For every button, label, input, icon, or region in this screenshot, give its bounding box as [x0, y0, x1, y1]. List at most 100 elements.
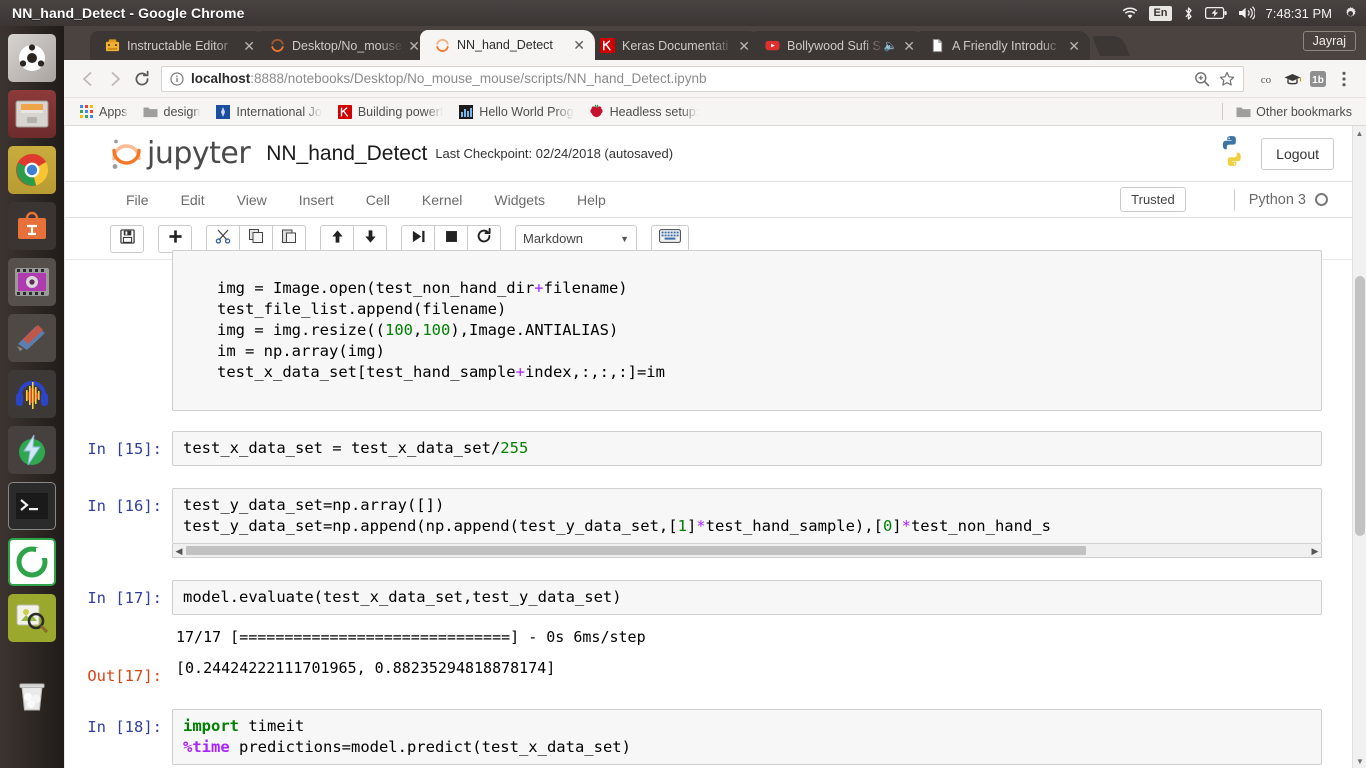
logout-button[interactable]: Logout: [1261, 137, 1334, 170]
audio-playing-icon[interactable]: 🔈: [884, 39, 898, 52]
star-icon[interactable]: [1219, 71, 1235, 87]
ubuntu-software-icon[interactable]: [8, 202, 56, 250]
command-palette-button[interactable]: [651, 224, 689, 253]
gimp-icon[interactable]: [8, 314, 56, 362]
volume-icon[interactable]: [1238, 0, 1255, 26]
cell-type-select[interactable]: Markdown ▼: [515, 224, 637, 253]
cell-horizontal-scrollbar[interactable]: ◀ ▶: [172, 544, 1322, 558]
chrome-menu-icon[interactable]: [1332, 67, 1356, 91]
onetab-extension-icon[interactable]: 1b: [1306, 67, 1330, 91]
notebook-name[interactable]: NN_hand_Detect: [266, 142, 427, 166]
run-cell-button[interactable]: [401, 224, 435, 253]
browser-tab[interactable]: Keras Documentati ✕: [585, 31, 760, 60]
etcher-icon[interactable]: [8, 426, 56, 474]
scrollbar-thumb[interactable]: [1355, 276, 1365, 536]
bluetooth-icon[interactable]: [1183, 0, 1194, 26]
code-input[interactable]: test_y_data_set=np.array([]) test_y_data…: [172, 488, 1322, 544]
video-editor-icon[interactable]: [8, 258, 56, 306]
cut-cell-button[interactable]: [206, 224, 240, 253]
back-arrow-icon[interactable]: [74, 65, 101, 92]
terminal-icon[interactable]: [8, 482, 56, 530]
insert-cell-below-button[interactable]: [158, 224, 192, 253]
menu-cell[interactable]: Cell: [350, 192, 406, 208]
code-number: 255: [500, 439, 529, 457]
address-bar[interactable]: localhost:8888/notebooks/Desktop/No_mous…: [161, 65, 1244, 92]
bookmark-headless-setup[interactable]: Headless setup:: [589, 104, 700, 120]
system-settings-search-icon[interactable]: [8, 594, 56, 642]
scroll-left-arrow-icon[interactable]: ◀: [173, 545, 185, 557]
menu-widgets[interactable]: Widgets: [478, 192, 561, 208]
menu-file[interactable]: File: [110, 192, 165, 208]
clock[interactable]: 7:48:31 PM: [1266, 6, 1333, 21]
graduation-cap-extension-icon[interactable]: [1280, 67, 1304, 91]
notebook-cell[interactable]: In [17]: model.evaluate(test_x_data_set,…: [64, 558, 1352, 615]
scroll-down-arrow-icon[interactable]: ▼: [1353, 754, 1366, 768]
wifi-icon[interactable]: [1122, 0, 1138, 26]
notebook-cell[interactable]: In [18]: import timeit %time predictions…: [64, 685, 1352, 765]
jupyter-logo-icon[interactable]: jupyter: [110, 136, 251, 172]
code-input[interactable]: img = Image.open(test_non_hand_dir+filen…: [172, 250, 1322, 411]
code-line: test_x_data_set = test_x_data_set/: [183, 439, 501, 457]
menu-edit[interactable]: Edit: [165, 192, 221, 208]
browser-tab[interactable]: Bollywood Sufi S 🔈 ✕: [750, 31, 925, 60]
paste-cell-button[interactable]: [272, 224, 306, 253]
code-input[interactable]: import timeit %time predictions=model.pr…: [172, 709, 1322, 765]
code-input[interactable]: model.evaluate(test_x_data_set,test_y_da…: [172, 580, 1322, 615]
scrollbar-thumb[interactable]: [186, 546, 1086, 555]
menu-view[interactable]: View: [221, 192, 283, 208]
bookmark-building-powerful[interactable]: Building powerf: [337, 104, 443, 120]
arduino-icon[interactable]: [8, 538, 56, 586]
kernel-name: Python 3: [1248, 191, 1306, 208]
move-cell-up-button[interactable]: [320, 224, 354, 253]
code-line: ,: [412, 321, 423, 339]
forward-arrow-icon[interactable]: [101, 65, 128, 92]
bookmark-hello-world[interactable]: Hello World Prog: [458, 104, 574, 120]
audacity-icon[interactable]: [8, 370, 56, 418]
restart-kernel-button[interactable]: [467, 224, 501, 253]
ubuntu-dash-icon[interactable]: [8, 34, 56, 82]
menu-insert[interactable]: Insert: [283, 192, 350, 208]
output-text: [0.24424222111701965, 0.8823529481887817…: [176, 659, 556, 677]
browser-tab[interactable]: Instructable Editor ✕: [90, 31, 265, 60]
language-indicator[interactable]: En: [1149, 5, 1172, 21]
notebook-cell[interactable]: In [16]: test_y_data_set=np.array([]) te…: [64, 466, 1352, 558]
coursera-extension-icon[interactable]: co: [1254, 67, 1278, 91]
browser-tab[interactable]: A Friendly Introduc ✕: [915, 31, 1090, 60]
code-line: ]: [892, 517, 902, 535]
move-cell-down-button[interactable]: [353, 224, 387, 253]
bookmark-apps[interactable]: Apps: [78, 104, 128, 120]
gear-icon[interactable]: [1343, 0, 1358, 26]
notebook-cell[interactable]: img = Image.open(test_non_hand_dir+filen…: [64, 250, 1352, 411]
bookmark-international-journal[interactable]: International Jo: [215, 104, 322, 120]
cell-prompt: In [15]:: [87, 440, 162, 458]
notebook-cell[interactable]: In [15]: test_x_data_set = test_x_data_s…: [64, 411, 1352, 466]
save-button[interactable]: [110, 224, 144, 253]
bookmark-design[interactable]: design: [143, 104, 200, 120]
bookmark-label: Building powerf: [357, 104, 444, 119]
scroll-right-arrow-icon[interactable]: ▶: [1309, 545, 1321, 557]
new-tab-button[interactable]: [1091, 36, 1131, 56]
url-host: localhost: [191, 71, 251, 86]
scroll-up-arrow-icon[interactable]: ▲: [1353, 126, 1366, 140]
copy-cell-button[interactable]: [239, 224, 273, 253]
interrupt-kernel-button[interactable]: [434, 224, 468, 253]
profile-chip[interactable]: Jayraj: [1302, 31, 1356, 51]
trash-icon[interactable]: [8, 672, 56, 720]
zoom-in-icon[interactable]: [1194, 71, 1210, 87]
trusted-badge[interactable]: Trusted: [1120, 187, 1186, 212]
menu-kernel[interactable]: Kernel: [406, 192, 478, 208]
bookmark-other-bookmarks[interactable]: Other bookmarks: [1235, 104, 1352, 120]
reload-icon[interactable]: [128, 65, 155, 92]
page-info-icon[interactable]: [170, 71, 184, 86]
page-scrollbar[interactable]: ▲ ▼: [1352, 126, 1366, 768]
close-icon[interactable]: ✕: [569, 38, 589, 52]
code-input[interactable]: test_x_data_set = test_x_data_set/255: [172, 431, 1322, 466]
files-icon[interactable]: [8, 90, 56, 138]
close-icon[interactable]: ✕: [1064, 39, 1084, 53]
bookmark-label: Headless setup:: [609, 104, 700, 119]
battery-charging-icon[interactable]: [1204, 0, 1227, 26]
menu-help[interactable]: Help: [561, 192, 622, 208]
google-chrome-icon[interactable]: [8, 146, 56, 194]
browser-tab[interactable]: Desktop/No_mouse_ ✕: [255, 31, 430, 60]
browser-tab-active[interactable]: NN_hand_Detect ✕: [420, 30, 595, 60]
